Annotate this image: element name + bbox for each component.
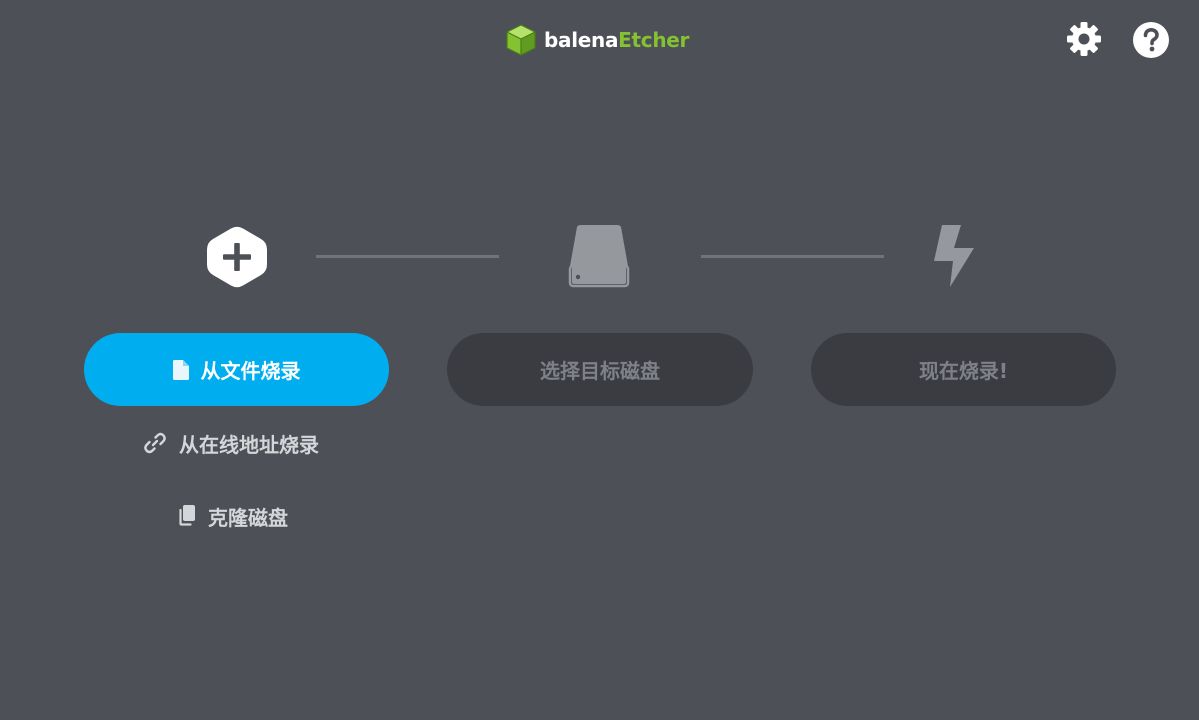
brand-name-part2: Etcher: [618, 28, 690, 52]
gear-icon: [1067, 22, 1101, 56]
flash-from-url-label: 从在线地址烧录: [179, 432, 319, 457]
link-icon: [144, 432, 166, 454]
app-logo: balenaEtcher: [505, 22, 689, 58]
app-title: balenaEtcher: [544, 22, 689, 58]
select-target-label: 选择目标磁盘: [540, 359, 660, 383]
balena-cube-icon: [506, 24, 536, 56]
flash-from-file-button[interactable]: 从文件烧录: [84, 333, 389, 406]
question-icon: [1133, 22, 1169, 58]
app-header: balenaEtcher: [0, 0, 1199, 80]
copy-icon: [179, 505, 195, 526]
brand-name-part1: balena: [544, 28, 619, 52]
file-icon: [172, 359, 189, 380]
step-connector-1: [316, 255, 499, 258]
drive-icon: [568, 224, 630, 288]
plus-hexagon-icon: [206, 225, 268, 289]
flash-now-label: 现在烧录!: [918, 359, 1009, 383]
flash-from-url-link[interactable]: 从在线地址烧录: [143, 428, 319, 458]
help-button[interactable]: [1132, 21, 1170, 59]
flash-now-button[interactable]: 现在烧录!: [811, 333, 1116, 406]
flash-from-file-label: 从文件烧录: [200, 359, 301, 383]
clone-drive-link[interactable]: 克隆磁盘: [177, 501, 288, 531]
lightning-icon: [930, 224, 976, 288]
clone-drive-label: 克隆磁盘: [208, 505, 288, 530]
step-connector-2: [701, 255, 884, 258]
select-target-button[interactable]: 选择目标磁盘: [447, 333, 753, 406]
settings-button[interactable]: [1065, 20, 1103, 58]
